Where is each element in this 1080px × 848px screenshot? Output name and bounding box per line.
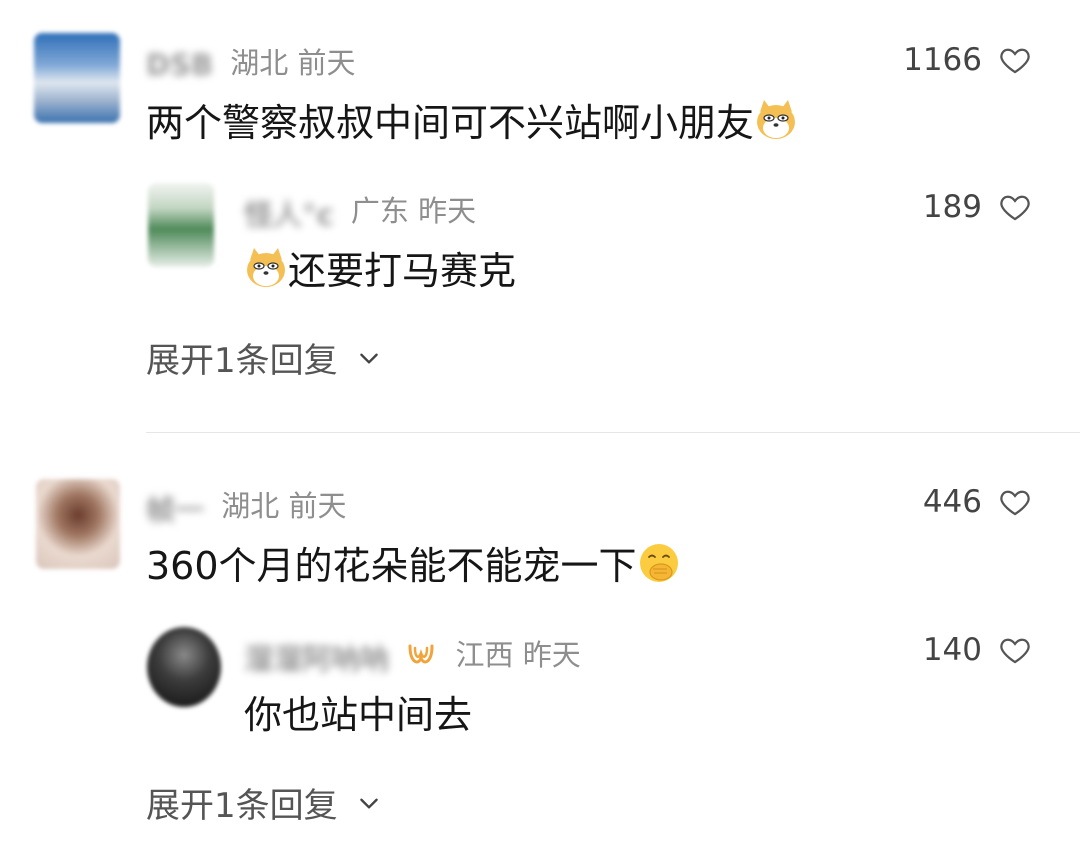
face-hand-over-mouth-emoji-icon <box>639 544 678 582</box>
expand-replies-button[interactable]: 展开1条回复 <box>146 778 382 827</box>
like-count: 1166 <box>903 42 982 78</box>
username[interactable]: 怪人°c <box>244 192 334 234</box>
avatar[interactable] <box>34 33 120 123</box>
reply-meta: 溜溜阿呐呐 江西 昨天 <box>244 632 581 678</box>
heart-icon <box>1000 638 1030 664</box>
comment-text: 360个月的花朵能不能宠一下 <box>146 535 681 590</box>
comment-text: 两个警察叔叔中间可不兴站啊小朋友 <box>146 92 798 147</box>
expand-label: 展开1条回复 <box>146 341 338 381</box>
comment-meta: DSB 湖北 前天 <box>146 40 356 82</box>
location: 湖北 <box>221 489 280 523</box>
like-count: 189 <box>922 189 982 225</box>
reply-meta: 怪人°c 广东 昨天 <box>244 188 476 234</box>
chevron-down-icon <box>359 798 378 809</box>
expand-label: 展开1条回复 <box>146 786 338 826</box>
like-button[interactable]: 140 <box>923 632 1032 668</box>
reply-body: 还要打马赛克 <box>288 249 517 293</box>
location: 湖北 <box>230 46 289 80</box>
comment-body: 360个月的花朵能不能宠一下 <box>146 544 637 588</box>
username[interactable]: 帧一 <box>146 487 204 529</box>
like-count: 140 <box>922 632 982 668</box>
expand-replies-button[interactable]: 展开1条回复 <box>146 333 382 382</box>
reply-text: 还要打马赛克 <box>244 240 516 295</box>
like-count: 446 <box>922 484 982 520</box>
username[interactable]: DSB <box>146 48 213 82</box>
reply-body: 你也站中间去 <box>244 693 473 737</box>
avatar[interactable] <box>36 479 120 569</box>
like-button[interactable]: 1166 <box>903 42 1032 78</box>
shiba-emoji-icon <box>757 100 796 139</box>
like-button[interactable]: 189 <box>923 189 1032 225</box>
heart-icon <box>1000 48 1030 74</box>
like-button[interactable]: 446 <box>923 484 1032 520</box>
reply-text: 你也站中间去 <box>244 684 472 739</box>
username[interactable]: 溜溜阿呐呐 <box>244 636 389 678</box>
timestamp: 前天 <box>288 489 347 523</box>
location: 江西 <box>455 638 514 672</box>
comment-body: 两个警察叔叔中间可不兴站啊小朋友 <box>146 101 755 145</box>
comment-meta: 帧一 湖北 前天 <box>146 483 346 529</box>
timestamp: 昨天 <box>522 638 581 672</box>
heart-icon <box>1000 195 1030 221</box>
heart-icon <box>1000 490 1030 516</box>
divider <box>146 432 1080 433</box>
avatar[interactable] <box>148 183 214 267</box>
timestamp: 前天 <box>297 46 356 80</box>
timestamp: 昨天 <box>418 194 477 228</box>
chevron-down-icon <box>359 353 378 364</box>
avatar[interactable] <box>147 627 221 707</box>
orange-badge-icon <box>408 644 434 664</box>
location: 广东 <box>350 194 409 228</box>
shiba-emoji-icon <box>247 248 285 287</box>
